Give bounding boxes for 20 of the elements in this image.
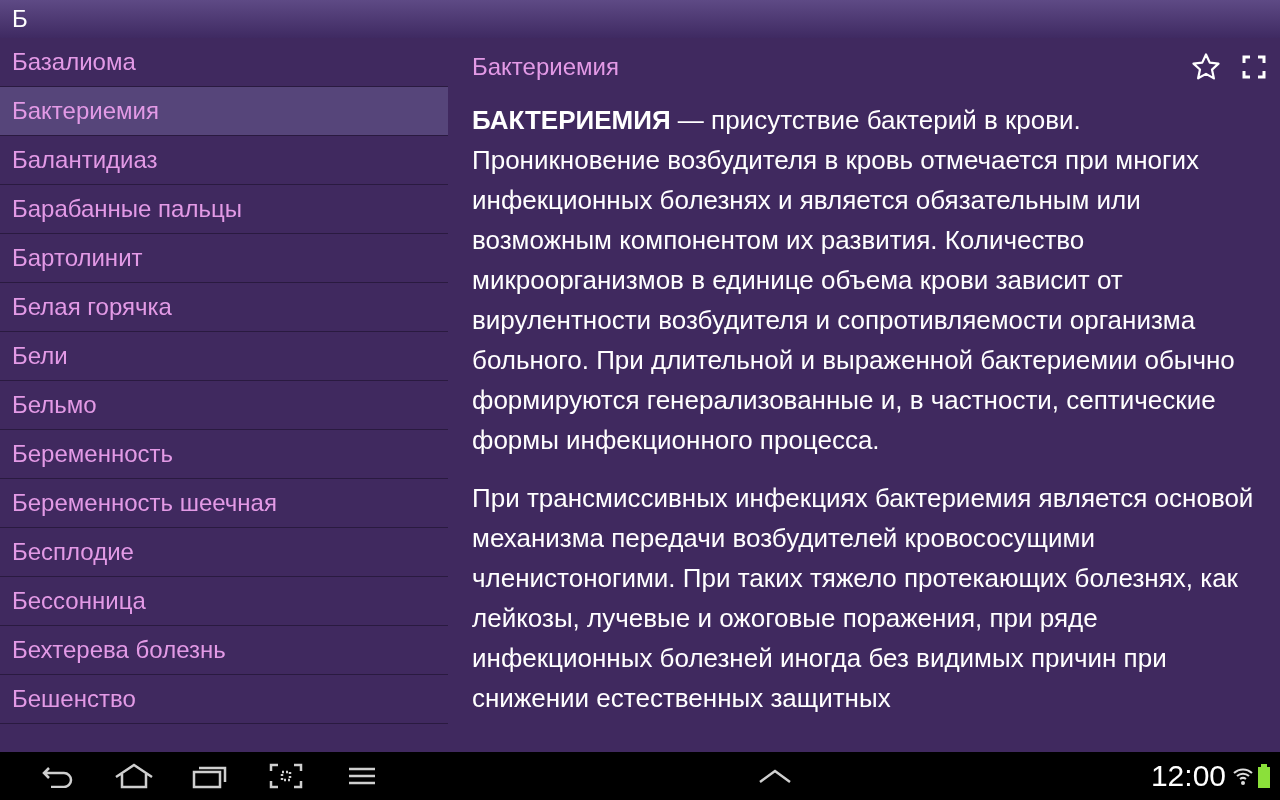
list-item[interactable]: Балантидиаз	[0, 136, 448, 185]
list-item[interactable]: Барабанные пальцы	[0, 185, 448, 234]
list-item[interactable]: Бессонница	[0, 577, 448, 626]
list-item[interactable]: Бешенство	[0, 675, 448, 724]
list-item[interactable]: Бехтерева болезнь	[0, 626, 448, 675]
list-item[interactable]: Бартолинит	[0, 234, 448, 283]
list-item[interactable]: Беременность	[0, 430, 448, 479]
list-item[interactable]: Белая горячка	[0, 283, 448, 332]
article-title: Бактериемия	[472, 53, 620, 81]
article-paragraph: БАКТЕРИЕМИЯ — присутствие бактерий в крови. Проникновение возбудителя в кровь отмечается при многих инфекционных болезнях и является обязательным или возможным компонентом их развития. Количество микроорганизмов в единице объема крови зависит от вирулентности возбудителя и сопротивляемости организма больного. При длительной и выраженной бактериемии обычно формируются генерализованные и, в частности, септические формы инфекционного процесса.	[472, 104, 1236, 457]
list-item[interactable]: Беременность шеечная	[0, 479, 448, 528]
list-item[interactable]: Бельмо	[0, 381, 448, 430]
section-letter: Б	[12, 5, 28, 33]
clock-time: 12:00	[1150, 759, 1226, 793]
list-item[interactable]: Бактериемия	[0, 87, 448, 136]
battery-icon	[1258, 764, 1270, 788]
article-paragraph: При трансмиссивных инфекциях бактериемия является основой механизма передачи возбудителей кровососущими членистоногими. При таких тяжело протекающих болезнях, как лейкозы, лучевые и ожоговые поражения, при ряде инфекционных болезней иногда без видимых причин при снижении естественных защитных	[472, 482, 1255, 715]
list-item[interactable]: Бесплодие	[0, 528, 448, 577]
wifi-icon	[1232, 765, 1254, 787]
list-item[interactable]: Бели	[0, 332, 448, 381]
